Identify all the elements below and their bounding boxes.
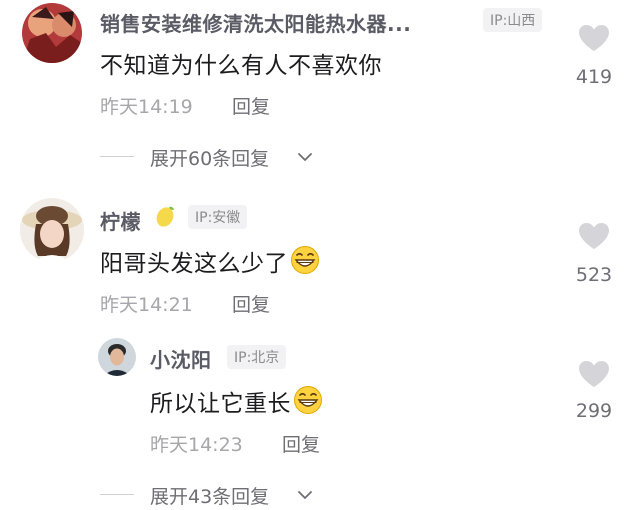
comment-text: 不知道为什么有人不喜欢你 bbox=[100, 53, 382, 79]
heart-icon[interactable] bbox=[578, 24, 610, 52]
heart-icon[interactable] bbox=[578, 360, 610, 388]
expand-replies-row[interactable]: 展开43条回复 bbox=[100, 482, 360, 508]
reply-item: 小沈阳 IP:北京 所以让它重长 昨天14:23 回复 299 bbox=[0, 330, 631, 460]
expand-replies-row[interactable]: 展开60条回复 bbox=[100, 144, 360, 170]
comment-item: 销售安装维修清洗太阳能热水器... IP:山西 不知道为什么有人不喜欢你 昨天1… bbox=[0, 0, 631, 140]
divider-line bbox=[100, 156, 134, 157]
chevron-down-icon bbox=[296, 148, 314, 170]
avatar[interactable] bbox=[98, 338, 136, 376]
lemon-emoji-icon bbox=[153, 204, 177, 232]
comment-text: 所以让它重长 bbox=[150, 384, 323, 418]
reply-button[interactable]: 回复 bbox=[232, 290, 270, 317]
avatar[interactable] bbox=[22, 3, 82, 63]
avatar[interactable] bbox=[20, 198, 84, 262]
username[interactable]: 柠檬 bbox=[100, 206, 141, 235]
ip-location-badge: IP:北京 bbox=[227, 345, 287, 369]
ip-location-badge: IP:山西 bbox=[483, 8, 543, 32]
heart-icon[interactable] bbox=[578, 222, 610, 250]
reply-button[interactable]: 回复 bbox=[282, 430, 320, 457]
like-count: 299 bbox=[575, 400, 613, 422]
username[interactable]: 小沈阳 bbox=[150, 344, 212, 373]
grin-emoji-icon bbox=[293, 385, 323, 415]
ip-location-badge: IP:安徽 bbox=[188, 205, 248, 229]
expand-replies-label[interactable]: 展开60条回复 bbox=[150, 144, 269, 171]
expand-replies-label[interactable]: 展开43条回复 bbox=[150, 482, 269, 509]
comment-time: 昨天14:21 bbox=[100, 294, 193, 316]
like-count: 419 bbox=[575, 66, 613, 88]
username[interactable]: 销售安装维修清洗太阳能热水器... bbox=[100, 8, 411, 37]
like-count: 523 bbox=[575, 264, 613, 286]
grin-emoji-icon bbox=[290, 245, 320, 275]
reply-button[interactable]: 回复 bbox=[232, 92, 270, 119]
comment-time: 昨天14:23 bbox=[150, 434, 243, 456]
comment-text-content: 所以让它重长 bbox=[150, 391, 291, 417]
comment-text: 阳哥头发这么少了 bbox=[100, 244, 320, 278]
chevron-down-icon bbox=[296, 486, 314, 508]
comment-time: 昨天14:19 bbox=[100, 96, 193, 118]
divider-line bbox=[100, 494, 134, 495]
comment-item: 柠檬 IP:安徽 阳哥头发这么少了 昨天14:21 回复 523 bbox=[0, 190, 631, 320]
comment-text-content: 阳哥头发这么少了 bbox=[100, 251, 288, 277]
